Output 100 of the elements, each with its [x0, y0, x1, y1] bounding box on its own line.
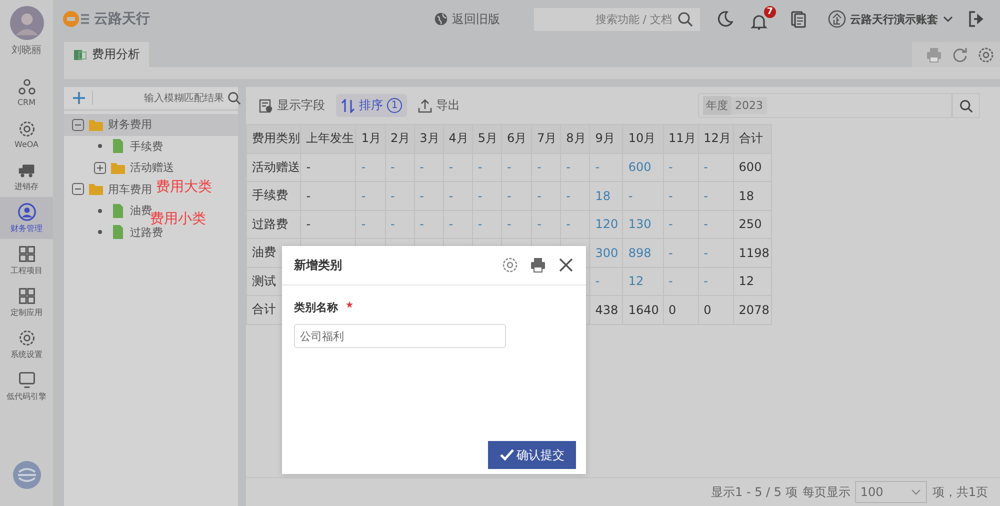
collapse-icon[interactable] — [72, 118, 84, 131]
rail-item[interactable]: 低代码引擎 — [0, 365, 53, 407]
rail-item[interactable]: 工程项目 — [0, 239, 53, 281]
expand-icon[interactable] — [94, 162, 106, 174]
input-field[interactable]: 公司福利 — [294, 324, 506, 348]
rail-item[interactable]: 财务管理 — [0, 197, 53, 239]
refresh-icon[interactable] — [952, 46, 968, 62]
monitor-icon — [18, 370, 36, 388]
table-cell: - — [698, 267, 734, 296]
logo-icon — [62, 9, 92, 29]
per-page-label: 每页显示 — [802, 484, 850, 500]
table-cell: - — [663, 238, 698, 267]
table-cell: - — [663, 267, 698, 296]
table-cell: - — [698, 153, 734, 182]
table-cell: 0 — [698, 296, 734, 324]
year-field[interactable]: 年度 2023 — [698, 93, 952, 118]
table-cell: 300 — [590, 238, 623, 267]
table-cell: - — [472, 153, 502, 182]
bell-button[interactable]: 7 — [747, 6, 776, 32]
row-label: 活动赠送 — [246, 153, 301, 182]
tree-node[interactable]: 手续费 — [64, 136, 165, 157]
page-count: 项，共1页 — [932, 484, 988, 500]
count-badge: 1 — [387, 98, 402, 113]
table-cell: - — [385, 210, 414, 238]
rail-item[interactable]: 定制应用 — [0, 281, 53, 323]
table-cell: - — [698, 210, 734, 238]
column-header: 合计 — [733, 124, 772, 153]
search-field[interactable]: 输入模糊匹配结果 — [99, 92, 224, 104]
tree-node[interactable]: 活动赠送 — [64, 157, 176, 178]
file-icon — [110, 224, 126, 240]
column-header: 12月 — [698, 124, 734, 153]
table-cell: 1198 — [733, 238, 772, 267]
table-cell: 130 — [622, 210, 664, 238]
table-cell: - — [532, 210, 561, 238]
settings-icon[interactable] — [502, 257, 518, 273]
table-cell: - — [532, 153, 561, 182]
user-name: 刘晓丽 — [12, 44, 42, 57]
column-header: 8月 — [560, 124, 590, 153]
notification-badge: 7 — [764, 6, 776, 18]
table-cell: 2078 — [733, 296, 772, 324]
table-cell: - — [663, 182, 698, 210]
tree-node[interactable]: 财务费用 — [64, 114, 238, 136]
list-icon — [259, 98, 273, 112]
table-cell: - — [385, 153, 414, 182]
column-header: 4月 — [443, 124, 472, 153]
table-cell: - — [414, 210, 444, 238]
spreadsheet-icon — [73, 48, 87, 62]
table-cell: - — [472, 182, 502, 210]
bell-icon — [750, 12, 768, 30]
company-icon — [828, 10, 846, 28]
rail-item[interactable]: CRM — [0, 71, 53, 113]
table-cell: 600 — [733, 153, 772, 182]
table-cell: - — [590, 267, 623, 296]
back-link[interactable]: 返回旧版 — [434, 10, 500, 28]
per-page-select[interactable]: 100 — [855, 481, 928, 503]
search-field[interactable]: 搜索功能 / 文档 — [534, 8, 700, 30]
tree-node[interactable]: 用车费用 — [64, 178, 154, 200]
rail-item[interactable]: 系统设置 — [0, 323, 53, 365]
table-cell: - — [663, 210, 698, 238]
search-icon — [959, 98, 973, 112]
account-menu[interactable]: 云路天行演示账套 — [828, 10, 954, 28]
collapse-icon[interactable] — [72, 183, 84, 196]
grid-icon — [18, 244, 36, 262]
toolbar-button[interactable]: 导出 — [413, 94, 465, 117]
upload-icon — [418, 98, 432, 112]
table-cell: - — [356, 182, 386, 210]
table-cell: - — [590, 153, 623, 182]
settings-icon[interactable] — [978, 46, 994, 62]
logout-icon[interactable] — [967, 10, 985, 28]
toolbar-button[interactable]: 显示字段 — [254, 94, 330, 117]
moon-icon[interactable] — [716, 10, 734, 28]
table-cell: - — [663, 153, 698, 182]
file-icon — [110, 138, 126, 154]
rail-item[interactable]: 进销存 — [0, 155, 53, 197]
person-icon — [18, 202, 36, 220]
table-cell: - — [560, 153, 590, 182]
table-cell: - — [560, 210, 590, 238]
logo-icon — [12, 460, 42, 490]
column-header: 6月 — [501, 124, 532, 153]
column-header: 2月 — [385, 124, 414, 153]
submit-button[interactable]: 确认提交 — [488, 441, 576, 469]
table-cell: - — [443, 182, 472, 210]
table-cell: 0 — [663, 296, 698, 324]
close-icon[interactable] — [558, 257, 574, 273]
tab[interactable]: 费用分析 — [64, 42, 149, 67]
column-header: 10月 — [622, 124, 664, 153]
document-icon[interactable] — [789, 10, 807, 28]
add-icon[interactable] — [72, 91, 93, 105]
toolbar-button[interactable]: 排序 1 — [336, 94, 407, 117]
table-cell: 12 — [733, 267, 772, 296]
table-cell: 250 — [733, 210, 772, 238]
table-cell: 1640 — [622, 296, 664, 324]
table-cell: - — [414, 153, 444, 182]
rail-item[interactable]: WeOA — [0, 113, 53, 155]
column-header: 费用类别 — [246, 124, 301, 153]
print-icon[interactable] — [530, 257, 546, 273]
search-button[interactable] — [952, 93, 980, 118]
annotation-text: 费用大类 — [156, 178, 212, 196]
sort-icon — [341, 98, 355, 112]
table-cell: - — [414, 182, 444, 210]
